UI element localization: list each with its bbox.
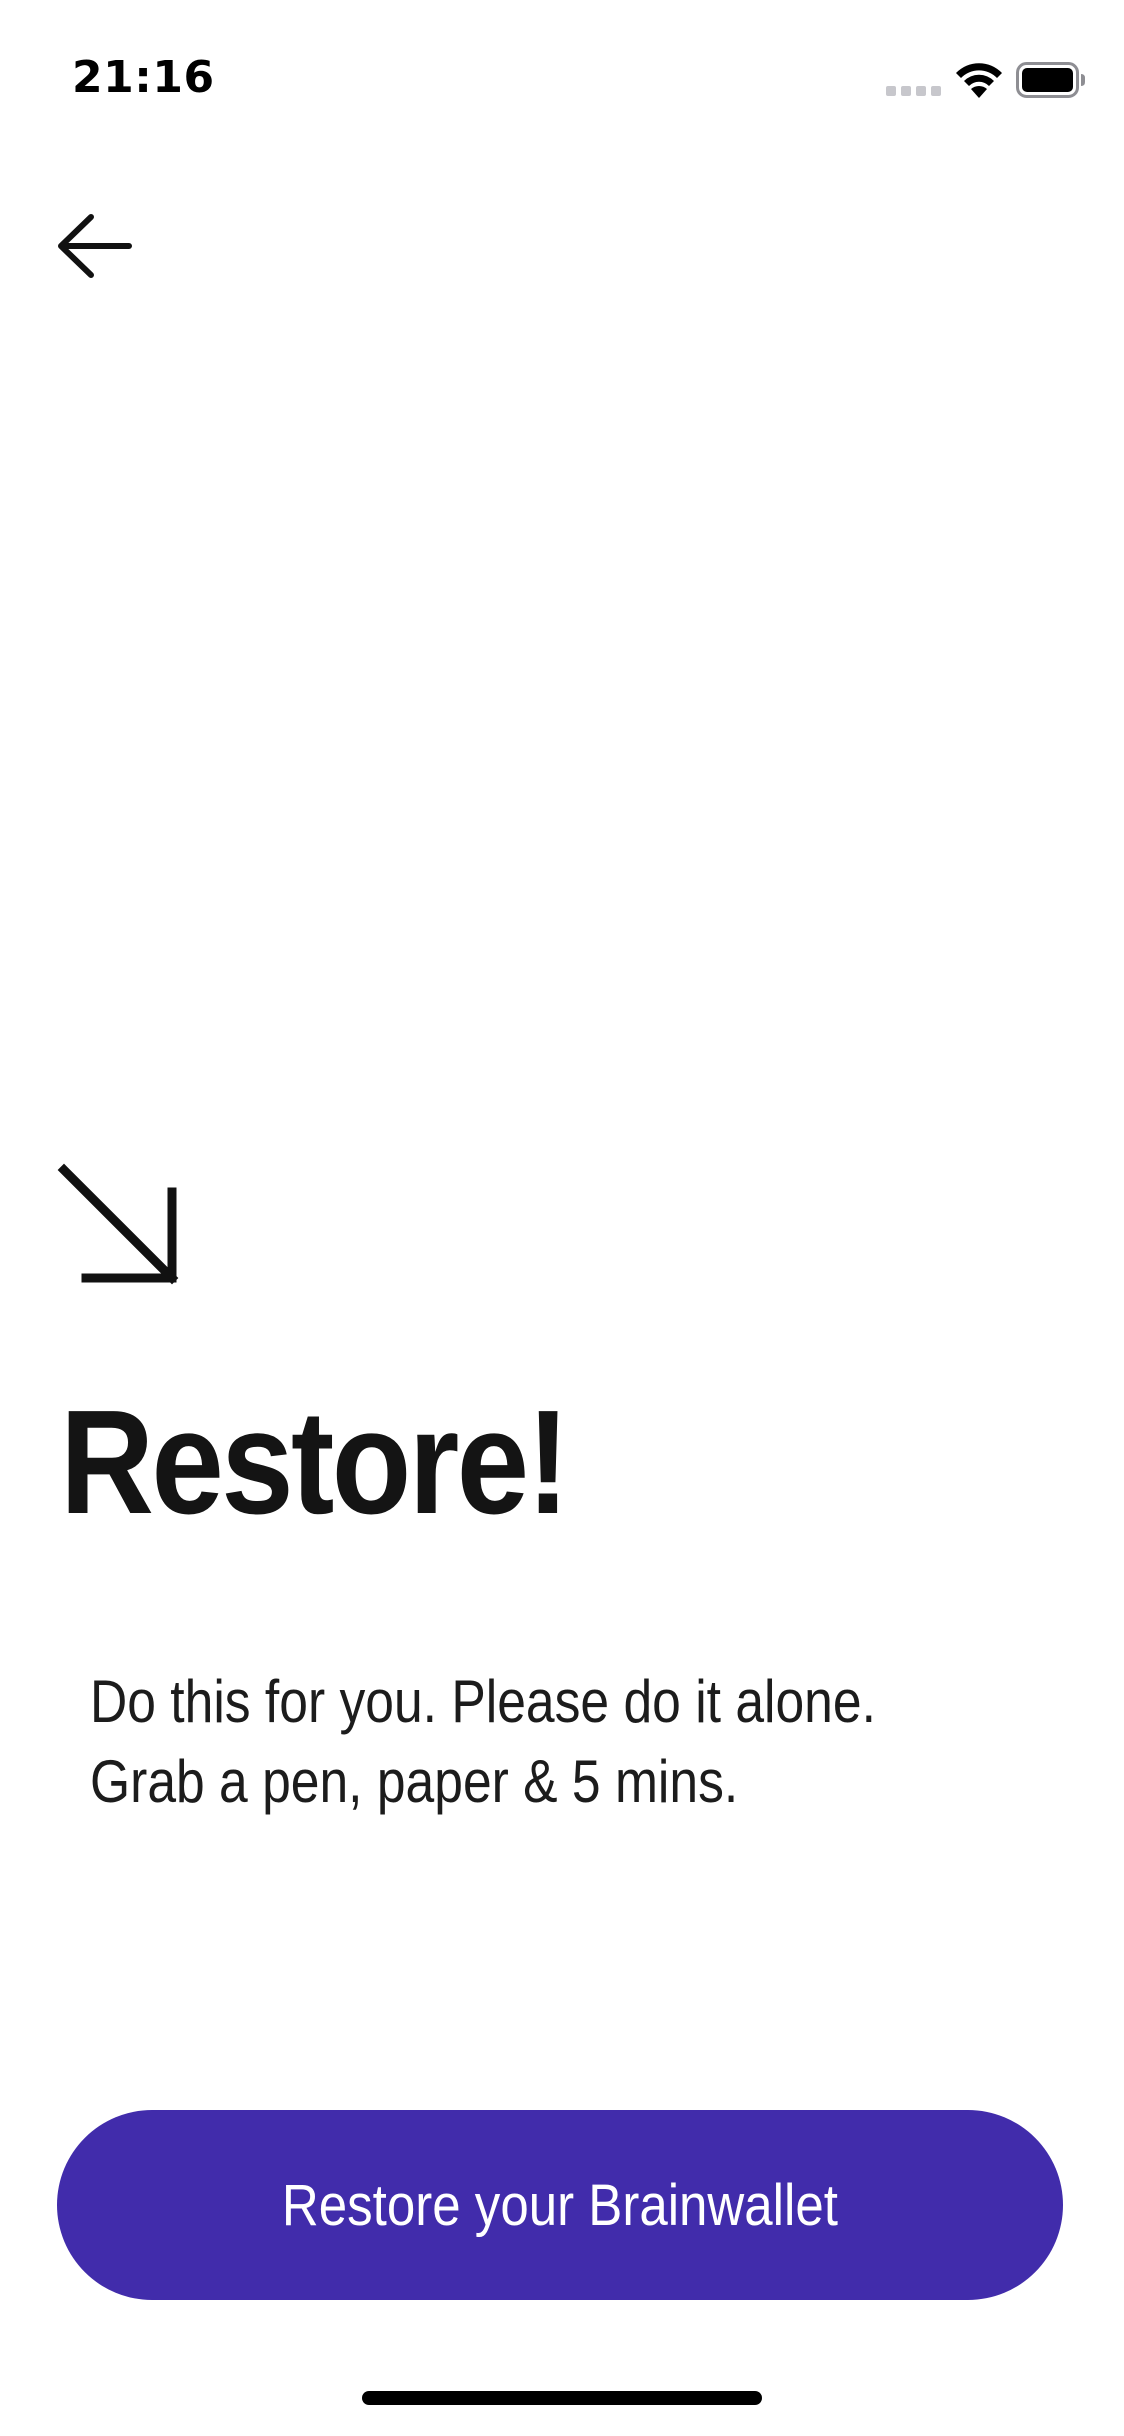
status-bar: 21:16 [0, 0, 1124, 140]
description-line: Grab a pen, paper & 5 mins. [90, 1748, 739, 1815]
description-line: Do this for you. Please do it alone. [90, 1668, 876, 1735]
battery-icon [1016, 62, 1085, 98]
status-time: 21:16 [72, 52, 215, 103]
back-button[interactable] [40, 196, 150, 296]
cellular-signal-icon [886, 86, 941, 96]
restore-brainwallet-button-label: Restore your Brainwallet [281, 2172, 838, 2238]
description-text: Do this for you. Please do it alone. Gra… [90, 1662, 916, 1822]
wifi-icon [956, 63, 1002, 98]
page-title: Restore! [60, 1380, 570, 1545]
arrow-left-icon [58, 214, 132, 278]
restore-brainwallet-button[interactable]: Restore your Brainwallet [57, 2110, 1063, 2300]
restore-screen: 21:16 Restore! Do this for you. Please d… [0, 0, 1124, 2436]
home-indicator[interactable] [362, 2391, 762, 2405]
arrow-down-right-icon [57, 1163, 179, 1285]
